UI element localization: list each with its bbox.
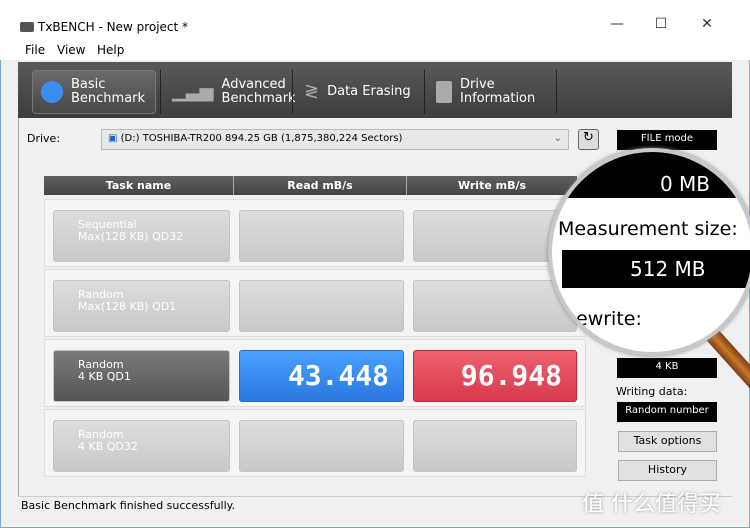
tab-label: Basic Benchmark (71, 77, 146, 106)
read-result (239, 420, 404, 472)
measurement-size-display[interactable]: 512 MB (562, 250, 750, 288)
writing-data-label: Writing data: (616, 385, 688, 398)
tab-data-erasing[interactable]: ≷ Data Erasing (296, 70, 422, 114)
divider (556, 70, 557, 114)
task-button[interactable]: Random 4 KB QD1 (53, 350, 230, 402)
eraser-icon: ≷ (304, 81, 320, 102)
table-header: Task name Read mB/s Write mB/s (44, 176, 577, 195)
divider (292, 70, 293, 114)
rewrite-label: ewrite: (576, 308, 642, 330)
read-result: 43.448 (239, 350, 404, 402)
magnifier-overlay: 0 MB Measurement size: 512 MB ewrite: (548, 148, 750, 356)
chevron-down-icon: ⌄ (553, 133, 562, 144)
divider (160, 70, 161, 114)
refresh-icon: ↻ (583, 130, 594, 145)
bar-chart-icon: ▁▃▅ (172, 81, 214, 102)
tab-advanced-benchmark[interactable]: ▁▃▅ Advanced Benchmark (164, 70, 296, 114)
header-task: Task name (44, 176, 234, 195)
drive-info-icon (436, 81, 452, 103)
size-display: 0 MB (552, 152, 750, 198)
alignment-display[interactable]: 4 KB (617, 358, 717, 378)
write-result: 96.948 (413, 350, 577, 402)
menu-file[interactable]: File (25, 43, 45, 57)
header-read: Read mB/s (234, 176, 407, 195)
drive-select[interactable]: ▣ (D:) TOSHIBA-TR200 894.25 GB (1,875,38… (101, 129, 569, 150)
divider (424, 70, 425, 114)
tab-label: Advanced Benchmark (221, 77, 296, 106)
write-result (413, 280, 577, 332)
menu-view[interactable]: View (57, 43, 85, 57)
watermark-logo: 值 什么值得买 (582, 492, 721, 517)
read-result (239, 210, 404, 262)
tab-label: Data Erasing (327, 84, 411, 99)
measurement-size-label: Measurement size: (558, 218, 738, 240)
mode-display[interactable]: FILE mode (617, 130, 717, 150)
drive-value: (D:) TOSHIBA-TR200 894.25 GB (1,875,380,… (120, 133, 403, 144)
minimize-button[interactable]: — (602, 16, 632, 32)
history-button[interactable]: History (618, 460, 717, 481)
tab-basic-benchmark[interactable]: Basic Benchmark (32, 70, 156, 114)
close-button[interactable]: ✕ (692, 16, 722, 32)
drive-icon: ▣ (108, 133, 121, 144)
stopwatch-icon (41, 81, 63, 103)
write-result (413, 420, 577, 472)
maximize-button[interactable]: ☐ (646, 16, 676, 32)
task-button[interactable]: Random 4 KB QD32 (53, 420, 230, 472)
refresh-button[interactable]: ↻ (578, 129, 599, 150)
writing-data-display[interactable]: Random number (617, 402, 717, 422)
menu-help[interactable]: Help (97, 43, 124, 57)
task-button[interactable]: Random Max(128 KB) QD1 (53, 280, 230, 332)
tab-label: Drive Information (460, 77, 536, 106)
app-icon (20, 22, 34, 32)
task-button[interactable]: Sequential Max(128 KB) QD32 (53, 210, 230, 262)
window-title: TxBENCH - New project * (38, 20, 189, 34)
task-options-button[interactable]: Task options (618, 431, 717, 452)
drive-label: Drive: (27, 132, 61, 145)
tab-drive-information[interactable]: Drive Information (428, 70, 554, 114)
read-result (239, 280, 404, 332)
